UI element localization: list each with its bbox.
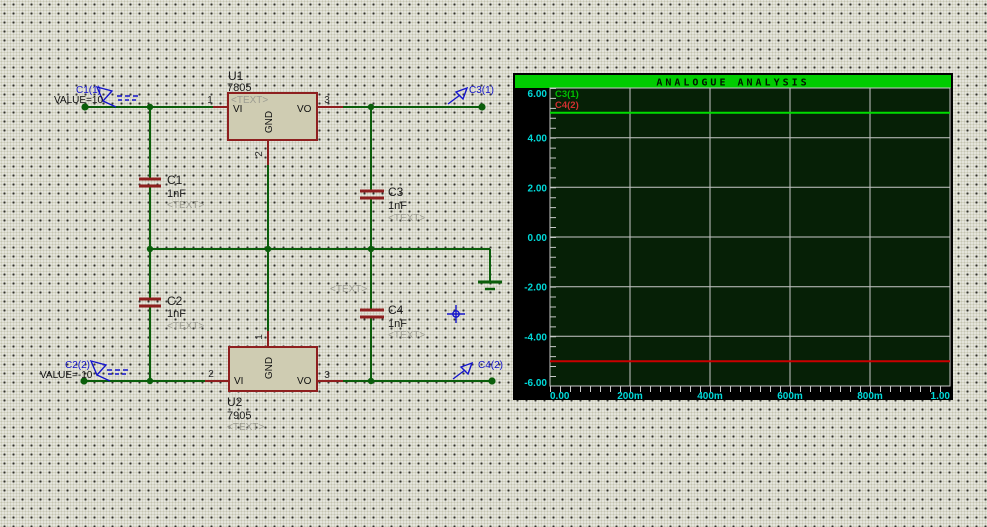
analysis-title: ANALOGUE ANALYSIS [656,78,809,89]
analysis-window[interactable]: ANALOGUE ANALYSIS 6.00 4.00 2.00 0.00 -2… [513,73,953,402]
u1-value: 7805 [227,82,251,94]
u2-pin3-number: 3 [324,370,330,381]
u2-ref: U2 [227,395,243,409]
generator-c1[interactable] [95,85,141,108]
y-tick: -2.00 [524,283,547,294]
capacitor-c4[interactable]: C4 1nF <TEXT> [360,303,425,341]
y-tick: -6.00 [524,378,547,389]
c4-ref: C4 [388,303,404,317]
c1-ref: C1 [167,173,183,187]
component-u2[interactable]: U2 7905 <TEXT> <TEXT> VI VO GND 2 3 1 [208,284,367,433]
c3-ref: C3 [388,185,404,199]
origin-marker-icon [447,305,465,323]
u2-value: 7905 [227,410,251,422]
c1-value: 1nF [167,188,186,200]
gen-top-value-label: VALUE=10 [54,95,103,106]
wires[interactable] [84,106,492,382]
legend-c3: C3(1) [555,89,579,100]
junction-dots [80,103,496,385]
u2-pin-label-vo: VO [297,376,312,387]
trace-legend: C3(1) C4(2) [555,89,579,111]
x-tick: 200m [617,391,643,400]
x-tick: 400m [697,391,723,400]
probe-c4-label: C4(2) [478,360,503,371]
u1-ref: U1 [228,69,244,83]
c3-text-prop: <TEXT> [388,213,425,224]
c4-text-prop: <TEXT> [388,330,425,341]
ground-symbol[interactable] [478,280,502,291]
y-tick: 4.00 [528,134,548,145]
generator-flag-icon[interactable] [89,359,108,377]
u2-pin1-number: 1 [254,334,265,340]
u2-pin-label-vi: VI [234,376,243,387]
c2-ref: C2 [167,294,183,308]
legend-c4: C4(2) [555,100,579,111]
probe-c3-label: C3(1) [469,85,494,96]
probe-c4[interactable] [452,361,474,380]
capacitor-c2[interactable]: C2 1nF <TEXT> [139,294,204,332]
y-tick: 0.00 [528,233,548,244]
y-tick: 2.00 [528,183,548,194]
u1-pin-label-gnd: GND [264,111,275,133]
c4-value: 1nF [388,318,407,330]
x-tick: 1.00 [931,391,951,400]
u2-pin2-number: 2 [208,369,214,380]
u1-pin-label-vi: VI [233,104,242,115]
u1-pin3-number: 3 [324,95,330,106]
pin-stubs[interactable] [205,106,343,382]
y-tick: -4.00 [524,332,547,343]
c2-value: 1nF [167,308,186,320]
u1-pin2-number: 2 [254,151,265,157]
gen-bottom-value-label: VALUE=-10 [40,370,93,381]
x-axis-labels: 0.00 200m 400m 600m 800m 1.00 [550,391,951,402]
u1-pin1-number: 1 [207,95,213,106]
u2-text-prop2: <TEXT> [330,284,367,295]
x-tick: 800m [857,391,883,400]
u2-pin-label-gnd: GND [264,357,275,379]
x-tick: 0.00 [550,391,570,400]
probe-c3[interactable] [447,86,469,105]
capacitor-c3[interactable]: C3 1nF <TEXT> [360,185,425,224]
u1-pin-label-vo: VO [297,104,312,115]
c3-value: 1nF [388,200,407,212]
capacitor-c1[interactable]: C1 1nF <TEXT> [139,173,204,211]
y-tick: 6.00 [528,89,548,100]
generator-c2[interactable] [89,359,131,382]
c2-text-prop: <TEXT> [167,321,204,332]
u2-text-prop: <TEXT> [227,422,264,433]
y-axis-labels: 6.00 4.00 2.00 0.00 -2.00 -4.00 -6.00 [524,89,547,389]
x-tick: 600m [777,391,803,400]
c1-text-prop: <TEXT> [167,200,204,211]
